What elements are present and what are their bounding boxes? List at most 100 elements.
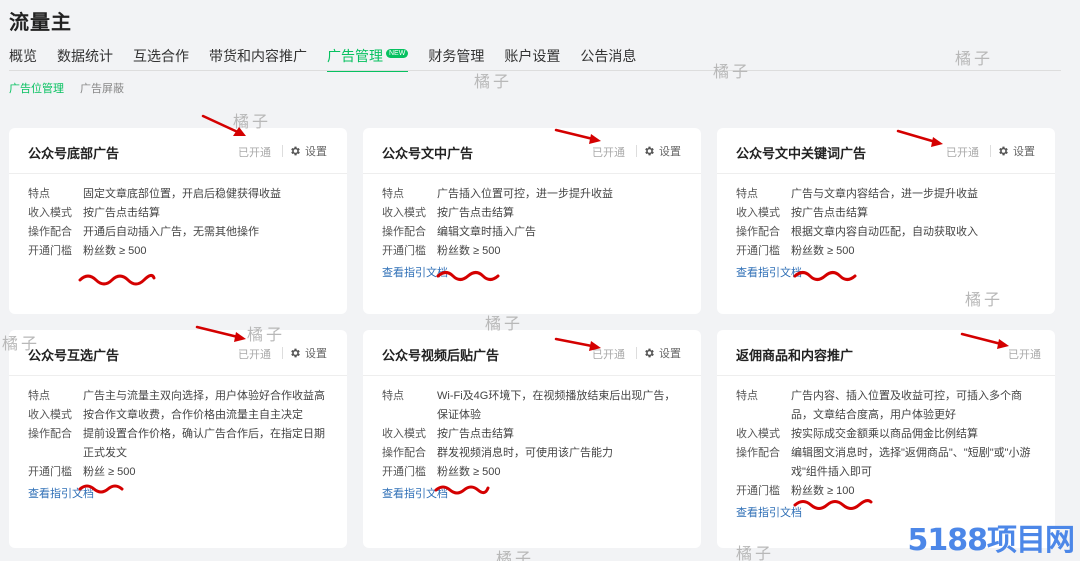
- operation-row: 操作配合 编辑文章时插入广告: [382, 223, 682, 242]
- status-label: 已开通: [592, 349, 625, 361]
- row-value: 按广告点击结算: [437, 207, 514, 219]
- operation-row: 操作配合 群发视频消息时，可使用该广告能力: [382, 444, 682, 463]
- settings-label: 设置: [1013, 146, 1035, 158]
- feature-row: 特点 广告内容、插入位置及收益可控，可插入多个商品，文章结合度高，用户体验更好: [736, 387, 1036, 425]
- guide-doc-link[interactable]: 查看指引文档: [382, 264, 448, 280]
- card-title: 公众号文中关键词广告: [736, 146, 867, 161]
- row-label: 操作配合: [382, 447, 426, 459]
- card-header: 公众号文中关键词广告 已开通 设置: [717, 128, 1055, 174]
- threshold-row: 开通门槛 粉丝 ≥ 500: [28, 463, 328, 482]
- feature-row: 特点 广告与文章内容结合，进一步提升收益: [736, 185, 1036, 204]
- nav-statistics[interactable]: 数据统计: [57, 46, 113, 72]
- watermark: 橘子: [955, 49, 994, 68]
- row-label: 操作配合: [736, 226, 780, 238]
- operation-row: 操作配合 开通后自动插入广告，无需其他操作: [28, 223, 328, 242]
- row-label: 收入模式: [736, 428, 780, 440]
- gear-icon: [645, 146, 654, 156]
- operation-row: 操作配合 编辑图文消息时，选择"返佣商品"、"短剧"或"小游戏"组件插入即可: [736, 444, 1036, 482]
- settings-label: 设置: [659, 146, 681, 158]
- nav-account-settings[interactable]: 账户设置: [504, 46, 560, 72]
- main-nav: 概览 数据统计 互选合作 带货和内容推广 广告管理 NEW 财务管理 账户设置 公…: [9, 46, 656, 72]
- watermark: 橘子: [233, 112, 272, 131]
- new-badge: NEW: [386, 49, 409, 58]
- subnav-ad-slot-management[interactable]: 广告位管理: [9, 80, 64, 96]
- guide-doc-link[interactable]: 查看指引文档: [28, 485, 94, 501]
- row-value: 广告与文章内容结合，进一步提升收益: [791, 188, 978, 200]
- divider: [282, 145, 283, 157]
- threshold-row: 开通门槛 粉丝数 ≥ 500: [28, 242, 328, 261]
- row-value: 广告内容、插入位置及收益可控，可插入多个商品，文章结合度高，用户体验更好: [791, 390, 1022, 421]
- status-label: 已开通: [946, 147, 979, 159]
- row-value: 按广告点击结算: [83, 207, 160, 219]
- settings-button[interactable]: 设置: [997, 143, 1035, 159]
- row-value: 按实际成交金额乘以商品佣金比例结算: [791, 428, 978, 440]
- row-label: 操作配合: [382, 226, 426, 238]
- settings-button[interactable]: 设置: [643, 143, 681, 159]
- card-body: 特点 广告主与流量主双向选择，用户体验好合作收益高 收入模式 按合作文章收费，合作价…: [9, 376, 347, 502]
- gear-icon: [291, 348, 300, 358]
- settings-label: 设置: [305, 348, 327, 360]
- threshold-row: 开通门槛 粉丝数 ≥ 500: [382, 463, 682, 482]
- income-mode-row: 收入模式 按广告点击结算: [382, 204, 682, 223]
- card-header: 公众号视频后贴广告 已开通 设置: [363, 330, 701, 376]
- threshold-row: 开通门槛 粉丝数 ≥ 500: [736, 242, 1036, 261]
- row-label: 开通门槛: [736, 245, 780, 257]
- nav-overview[interactable]: 概览: [9, 46, 37, 72]
- card-body: 特点 广告插入位置可控，进一步提升收益 收入模式 按广告点击结算 操作配合 编辑文章时…: [363, 174, 701, 281]
- row-value: 粉丝数 ≥ 100: [791, 485, 855, 497]
- income-mode-row: 收入模式 按实际成交金额乘以商品佣金比例结算: [736, 425, 1036, 444]
- gear-icon: [291, 146, 300, 156]
- guide-doc-link[interactable]: 查看指引文档: [736, 504, 802, 520]
- gear-icon: [999, 146, 1008, 156]
- row-label: 操作配合: [28, 226, 72, 238]
- watermark: 橘子: [713, 62, 752, 81]
- card-body: 特点 广告与文章内容结合，进一步提升收益 收入模式 按广告点击结算 操作配合 根据文章…: [717, 174, 1055, 281]
- card-header: 公众号底部广告 已开通 设置: [9, 128, 347, 174]
- card-title: 公众号视频后贴广告: [382, 348, 500, 363]
- row-value: 广告插入位置可控，进一步提升收益: [437, 188, 613, 200]
- ad-card-mutual-selection: 公众号互选广告 已开通 设置 特点 广告主与流量主双向选择，用户体验好合作收益高 …: [9, 330, 347, 548]
- watermark: 橘子: [965, 290, 1004, 309]
- card-title: 返佣商品和内容推广: [736, 348, 854, 363]
- row-label: 收入模式: [736, 207, 780, 219]
- status-label: 已开通: [238, 349, 271, 361]
- status-label: 已开通: [1008, 349, 1041, 361]
- nav-divider: [9, 70, 1061, 71]
- settings-label: 设置: [659, 348, 681, 360]
- feature-row: 特点 固定文章底部位置，开启后稳健获得收益: [28, 185, 328, 204]
- guide-doc-link[interactable]: 查看指引文档: [736, 264, 802, 280]
- ad-card-keyword: 公众号文中关键词广告 已开通 设置 特点 广告与文章内容结合，进一步提升收益 收入…: [717, 128, 1055, 314]
- divider: [636, 145, 637, 157]
- nav-ad-management[interactable]: 广告管理 NEW: [327, 46, 409, 72]
- row-label: 操作配合: [28, 428, 72, 440]
- watermark: 橘子: [736, 544, 775, 561]
- nav-commerce-promotion[interactable]: 带货和内容推广: [209, 46, 307, 72]
- app-title: 流量主: [9, 12, 72, 34]
- brand-logo: 5188项目网: [907, 523, 1075, 558]
- watermark: 橘子: [496, 549, 535, 561]
- settings-button[interactable]: 设置: [643, 345, 681, 361]
- row-label: 收入模式: [382, 207, 426, 219]
- income-mode-row: 收入模式 按广告点击结算: [382, 425, 682, 444]
- nav-announcements[interactable]: 公告消息: [580, 46, 636, 72]
- guide-doc-link[interactable]: 查看指引文档: [382, 485, 448, 501]
- settings-button[interactable]: 设置: [289, 143, 327, 159]
- row-label: 收入模式: [382, 428, 426, 440]
- nav-mutual-selection[interactable]: 互选合作: [133, 46, 189, 72]
- feature-row: 特点 广告插入位置可控，进一步提升收益: [382, 185, 682, 204]
- status-label: 已开通: [238, 147, 271, 159]
- threshold-row: 开通门槛 粉丝数 ≥ 100: [736, 482, 1036, 501]
- row-value: 粉丝数 ≥ 500: [791, 245, 855, 257]
- row-label: 特点: [28, 188, 50, 200]
- settings-button[interactable]: 设置: [289, 345, 327, 361]
- subnav-ad-blocking[interactable]: 广告屏蔽: [80, 80, 124, 96]
- sub-nav: 广告位管理 广告屏蔽: [9, 80, 124, 96]
- ad-card-bottom: 公众号底部广告 已开通 设置 特点 固定文章底部位置，开启后稳健获得收益 收入模式…: [9, 128, 347, 314]
- row-label: 特点: [382, 390, 404, 402]
- row-value: 粉丝数 ≥ 500: [437, 245, 501, 257]
- income-mode-row: 收入模式 按合作文章收费，合作价格由流量主自主决定: [28, 406, 328, 425]
- row-value: 粉丝数 ≥ 500: [83, 245, 147, 257]
- feature-row: 特点 广告主与流量主双向选择，用户体验好合作收益高: [28, 387, 328, 406]
- row-value: 粉丝 ≥ 500: [83, 466, 136, 478]
- row-label: 特点: [28, 390, 50, 402]
